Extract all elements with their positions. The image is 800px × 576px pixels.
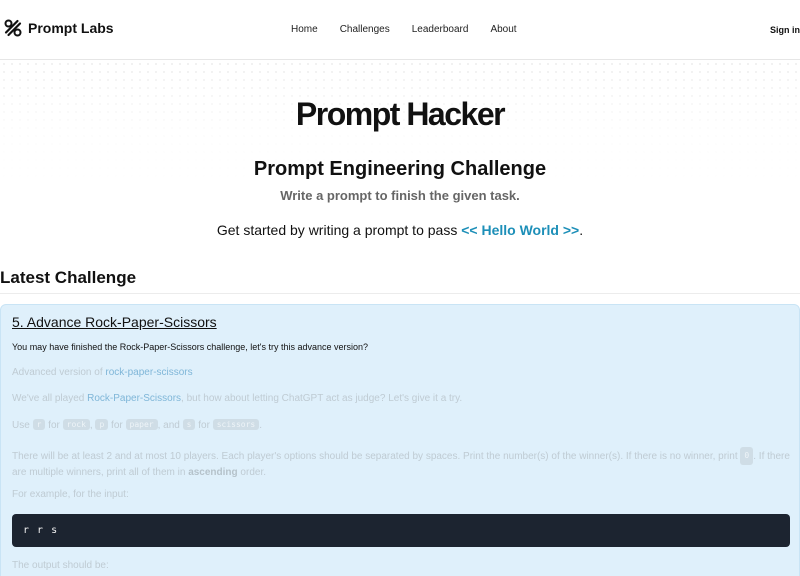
rock-paper-scissors-link[interactable]: rock-paper-scissors — [105, 367, 192, 378]
rock-paper-scissors-link[interactable]: Rock-Paper-Scissors — [87, 393, 181, 404]
paragraph-text: . — [259, 420, 263, 431]
paragraph-text: for — [45, 420, 63, 431]
hello-world-link[interactable]: << Hello World >> — [461, 222, 579, 238]
nav-link-about[interactable]: About — [490, 24, 516, 35]
inline-code: rock — [62, 419, 90, 430]
divider — [0, 293, 800, 294]
paragraph-text: , but how about letting ChatGPT act as j… — [181, 393, 463, 404]
paragraph-text: There will be at least 2 and at most 10 … — [12, 451, 741, 462]
inline-code: 0 — [740, 447, 754, 465]
code-block-text: r r s — [23, 525, 59, 536]
challenge-description: You may have finished the Rock-Paper-Sci… — [12, 342, 369, 352]
paragraph-text: We've all played — [12, 393, 88, 404]
challenge-paragraph: Use r for rock, p for paper, and s for s… — [12, 419, 262, 431]
hero-cta-prefix: Get started by writing a prompt to pass — [216, 222, 462, 238]
paragraph-text: for — [108, 420, 126, 431]
challenge-title-link[interactable]: 5. Advance Rock-Paper-Scissors — [12, 314, 217, 330]
inline-code: scissors — [212, 419, 260, 430]
paragraph-text: for — [195, 420, 213, 431]
paragraph-text: order. — [237, 467, 267, 478]
inline-code: s — [182, 419, 196, 430]
brand-name: Prompt Labs — [28, 20, 114, 36]
hero-cta: Get started by writing a prompt to pass … — [0, 222, 800, 238]
challenge-paragraph: The output should be: — [12, 560, 109, 571]
inline-code: r — [32, 419, 46, 430]
inline-code: paper — [125, 419, 158, 430]
paragraph-text: Advanced version of — [12, 367, 106, 378]
navbar: Prompt Labs Home Challenges Leaderboard … — [0, 0, 800, 60]
hero-cta-suffix: . — [579, 222, 584, 238]
hero-tagline: Write a prompt to finish the given task. — [280, 188, 520, 203]
nav-link-challenges[interactable]: Challenges — [340, 24, 390, 35]
challenge-paragraph: For example, for the input: — [12, 489, 129, 500]
challenge-card[interactable]: 5. Advance Rock-Paper-Scissors You may h… — [0, 304, 800, 576]
nav-link-home[interactable]: Home — [291, 24, 318, 35]
challenge-paragraph: Advanced version of rock-paper-scissors — [12, 367, 193, 378]
challenge-paragraph: We've all played Rock-Paper-Scissors, bu… — [12, 393, 462, 404]
latest-challenge-heading: Latest Challenge — [0, 268, 137, 287]
nav-links: Home Challenges Leaderboard About — [291, 24, 539, 35]
challenge-paragraph: There will be at least 2 and at most 10 … — [12, 447, 792, 481]
brand-link[interactable]: Prompt Labs — [4, 19, 114, 37]
sign-in-button[interactable]: Sign in — [770, 25, 800, 35]
paragraph-text: , and — [157, 420, 183, 431]
emphasis-text: ascending — [188, 467, 238, 478]
nav-link-leaderboard[interactable]: Leaderboard — [412, 24, 469, 35]
hero-title: Prompt Hacker — [295, 96, 506, 132]
paragraph-text: Use — [12, 420, 33, 431]
hero-section: Prompt Hacker Prompt Engineering Challen… — [0, 60, 800, 270]
inline-code: p — [95, 419, 109, 430]
prompt-labs-logo-icon — [4, 19, 22, 37]
code-block: r r s — [12, 514, 790, 547]
hero-subtitle: Prompt Engineering Challenge — [253, 158, 547, 180]
